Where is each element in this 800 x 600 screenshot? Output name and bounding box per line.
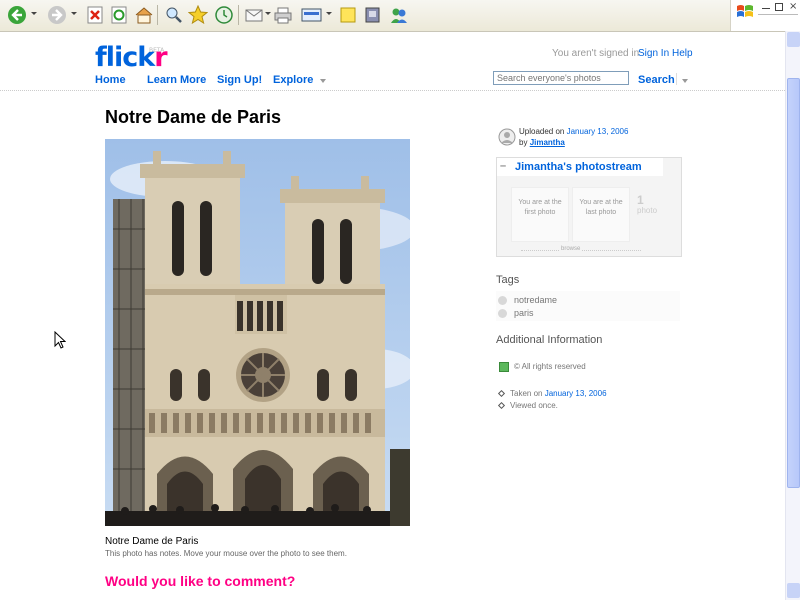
logo-text-blue: flick bbox=[95, 42, 155, 73]
bullet-icon bbox=[497, 389, 506, 398]
back-icon[interactable] bbox=[6, 4, 28, 26]
license-icon bbox=[499, 362, 509, 372]
uploaded-line: Uploaded on January 13, 2006 bbox=[519, 127, 628, 136]
photo-count-label: photo bbox=[637, 206, 658, 215]
explore-dropdown-icon[interactable] bbox=[320, 79, 326, 83]
comment-heading: Would you like to comment? bbox=[105, 573, 296, 589]
toolbar-separator bbox=[238, 5, 239, 25]
additional-info-heading: Additional Information bbox=[496, 334, 603, 346]
windows-logo-icon bbox=[736, 3, 754, 25]
browser-toolbar bbox=[0, 0, 800, 32]
tag-link[interactable]: paris bbox=[514, 308, 534, 318]
mouse-cursor-icon bbox=[54, 330, 67, 353]
edit-icon[interactable] bbox=[301, 4, 323, 26]
owner-line: by Jimantha bbox=[519, 138, 565, 147]
last-photo-slot: You are at the last photo bbox=[572, 187, 630, 242]
views-text: Viewed once. bbox=[510, 401, 558, 410]
signed-out-text: You aren't signed in bbox=[552, 48, 640, 59]
globe-icon bbox=[498, 309, 507, 318]
favorites-icon[interactable] bbox=[187, 4, 209, 26]
photostream-collapse-icon[interactable]: – bbox=[500, 160, 506, 172]
buddy-icon[interactable] bbox=[497, 127, 517, 151]
scroll-up-icon[interactable] bbox=[787, 32, 800, 47]
owner-link[interactable]: Jimantha bbox=[530, 138, 565, 147]
forward-icon[interactable] bbox=[46, 4, 68, 26]
nav-home[interactable]: Home bbox=[95, 74, 126, 86]
search-input[interactable] bbox=[493, 71, 629, 85]
help-link[interactable]: Help bbox=[672, 48, 693, 59]
globe-icon bbox=[498, 296, 507, 305]
tag-link[interactable]: notredame bbox=[514, 295, 557, 305]
first-photo-slot: You are at the first photo bbox=[511, 187, 569, 242]
bullet-icon bbox=[497, 401, 506, 410]
taken-line: Taken on January 13, 2006 bbox=[510, 389, 607, 398]
scroll-down-icon[interactable] bbox=[787, 583, 800, 598]
home-icon[interactable] bbox=[133, 4, 155, 26]
photostream-link[interactable]: Jimantha's photostream bbox=[515, 161, 642, 173]
main-photo[interactable] bbox=[105, 139, 410, 526]
window-divider bbox=[758, 14, 798, 15]
messenger-icon[interactable] bbox=[362, 4, 384, 26]
search-button[interactable]: Search bbox=[638, 74, 675, 86]
scrollbar-thumb[interactable] bbox=[787, 78, 800, 488]
uploaded-date-link[interactable]: January 13, 2006 bbox=[567, 127, 629, 136]
history-icon[interactable] bbox=[213, 4, 235, 26]
stop-icon[interactable] bbox=[84, 4, 106, 26]
photo-caption: Notre Dame de Paris bbox=[105, 536, 199, 547]
vertical-scrollbar[interactable] bbox=[785, 31, 800, 600]
header-divider bbox=[0, 90, 785, 91]
print-icon[interactable] bbox=[272, 4, 294, 26]
photo-notes-hint: This photo has notes. Move your mouse ov… bbox=[105, 549, 347, 558]
browse-link[interactable]: browse bbox=[559, 246, 583, 252]
search-icon[interactable] bbox=[163, 4, 185, 26]
contacts-icon[interactable] bbox=[388, 4, 410, 26]
refresh-icon[interactable] bbox=[108, 4, 130, 26]
mail-icon[interactable] bbox=[243, 4, 265, 26]
mail-dropdown-icon[interactable] bbox=[265, 12, 271, 15]
toolbar-separator bbox=[157, 5, 158, 25]
uploaded-prefix: Uploaded on bbox=[519, 127, 565, 136]
taken-date-link[interactable]: January 13, 2006 bbox=[545, 389, 607, 398]
restore-icon[interactable] bbox=[775, 3, 783, 11]
back-dropdown-icon[interactable] bbox=[31, 12, 37, 15]
close-icon[interactable]: × bbox=[789, 1, 797, 12]
photo-count: 1 bbox=[637, 193, 644, 207]
sign-in-link[interactable]: Sign In bbox=[638, 48, 669, 59]
window-corner: × bbox=[730, 0, 800, 31]
edit-dropdown-icon[interactable] bbox=[326, 12, 332, 15]
photo-title: Notre Dame de Paris bbox=[105, 107, 282, 127]
rights-text: © All rights reserved bbox=[514, 362, 586, 371]
by-prefix: by bbox=[519, 138, 528, 147]
nav-explore[interactable]: Explore bbox=[273, 74, 313, 86]
nav-sign-up[interactable]: Sign Up! bbox=[217, 74, 262, 86]
search-separator bbox=[676, 73, 677, 85]
search-dropdown-icon[interactable] bbox=[682, 79, 688, 83]
nav-learn-more[interactable]: Learn More bbox=[147, 74, 206, 86]
forward-dropdown-icon[interactable] bbox=[71, 12, 77, 15]
note-icon[interactable] bbox=[337, 4, 359, 26]
minimize-icon[interactable] bbox=[762, 8, 770, 9]
taken-prefix: Taken on bbox=[510, 389, 543, 398]
beta-badge: BETA bbox=[149, 47, 165, 54]
tags-heading: Tags bbox=[496, 274, 520, 286]
